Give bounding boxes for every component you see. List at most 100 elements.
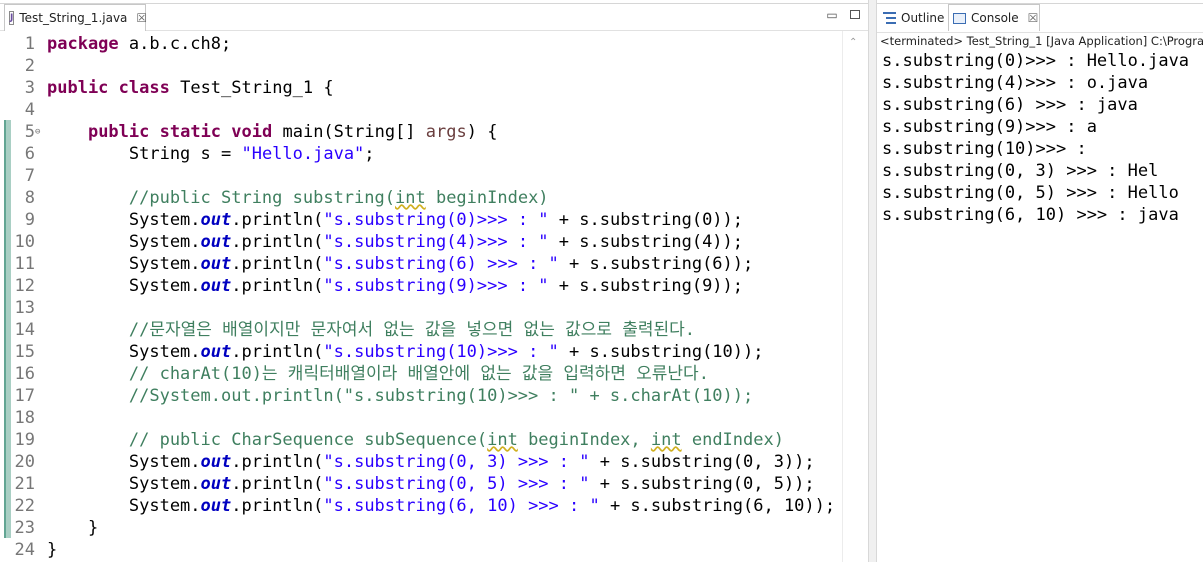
- console-status-text: <terminated> Test_String_1 [Java Applica…: [880, 34, 1203, 48]
- code-token: + s.substring(0, 3));: [589, 452, 815, 472]
- code-line[interactable]: 18: [0, 407, 842, 429]
- code-text: //System.out.println("s.substring(10)>>>…: [47, 385, 753, 407]
- code-line[interactable]: 23 }: [0, 517, 842, 539]
- code-token: .println(: [231, 496, 324, 516]
- console-output-line: s.substring(4)>>> : o.java: [882, 73, 1149, 93]
- code-token: void: [231, 122, 273, 142]
- code-token: System.: [47, 474, 201, 494]
- code-line[interactable]: 10 System.out.println("s.substring(4)>>>…: [0, 231, 842, 253]
- code-line[interactable]: 4: [0, 99, 842, 121]
- line-number: 12: [14, 276, 35, 296]
- code-line[interactable]: 9 System.out.println("s.substring(0)>>> …: [0, 209, 842, 231]
- code-token: .println(: [231, 254, 324, 274]
- code-token: "s.substring(0, 5) >>> : ": [323, 474, 590, 494]
- code-token: .println(: [231, 342, 324, 362]
- code-line[interactable]: 13: [0, 297, 842, 319]
- code-token: main(String[]: [272, 122, 426, 142]
- console-output-line: s.substring(6) >>> : java: [882, 95, 1138, 115]
- tab-console[interactable]: Console ☒: [948, 4, 1040, 31]
- code-token: endIndex): [681, 430, 784, 450]
- code-text-area[interactable]: 1 package a.b.c.ch8; 2 3 public class Test_S…: [0, 31, 842, 562]
- line-number: 1: [24, 34, 35, 54]
- code-token: out: [200, 276, 232, 296]
- line-number: 7: [24, 166, 35, 186]
- code-line[interactable]: 1 package a.b.c.ch8;: [0, 33, 842, 55]
- code-token: beginIndex): [425, 188, 549, 208]
- code-text: public class Test_String_1 {: [47, 77, 334, 99]
- code-line[interactable]: 24}: [0, 539, 842, 561]
- code-line[interactable]: 3 public class Test_String_1 {: [0, 77, 842, 99]
- code-token: "s.substring(4)>>> : ": [323, 232, 549, 252]
- code-line[interactable]: 6 String s = "Hello.java";: [0, 143, 842, 165]
- code-token: public: [87, 122, 150, 142]
- editor-tab-bar: J Test_String_1.java ☒ ▭: [0, 0, 868, 31]
- code-line[interactable]: 22 System.out.println("s.substring(6, 10…: [0, 495, 842, 517]
- code-line[interactable]: 14 //문자열은 배열이지만 문자여서 없는 값을 넣으면 없는 값으로 출력…: [0, 319, 842, 341]
- code-token: //public String substring(: [47, 188, 395, 208]
- code-line[interactable]: 17 //System.out.println("s.substring(10)…: [0, 385, 842, 407]
- code-token: + s.substring(0, 5));: [589, 474, 815, 494]
- code-token: Test_String_1 {: [169, 78, 334, 98]
- code-token: + s.substring(6));: [558, 254, 754, 274]
- pane-divider[interactable]: [868, 0, 877, 562]
- console-output-line: s.substring(0)>>> : Hello.java: [882, 51, 1190, 71]
- line-number: 6: [24, 144, 35, 164]
- code-token: int: [650, 430, 682, 450]
- code-editor-pane[interactable]: J Test_String_1.java ☒ ▭ 1 package a.b.c.…: [0, 0, 868, 562]
- maximize-icon[interactable]: [848, 8, 862, 22]
- close-console-tab-icon[interactable]: ☒: [1028, 11, 1039, 25]
- code-text: System.out.println("s.substring(0)>>> : …: [47, 209, 743, 231]
- code-token: "s.substring(9)>>> : ": [323, 276, 549, 296]
- code-token: package: [47, 34, 119, 54]
- code-text: String s = "Hello.java";: [47, 143, 375, 165]
- code-line[interactable]: 15 System.out.println("s.substring(10)>>…: [0, 341, 842, 363]
- editor-tab-test-string-1[interactable]: J Test_String_1.java ☒: [4, 4, 147, 31]
- line-number: 18: [14, 408, 35, 428]
- line-number: 17: [14, 386, 35, 406]
- fold-collapse-icon[interactable]: ⊖: [35, 121, 40, 143]
- line-number: 13: [14, 298, 35, 318]
- code-line[interactable]: 5 ⊖ public static void main(String[] args…: [0, 121, 842, 143]
- code-token: beginIndex,: [517, 430, 651, 450]
- code-token: // public CharSequence subSequence(: [47, 430, 488, 450]
- code-line[interactable]: 2: [0, 55, 842, 77]
- code-line[interactable]: 12 System.out.println("s.substring(9)>>>…: [0, 275, 842, 297]
- code-token: "s.substring(0, 3) >>> : ": [323, 452, 590, 472]
- code-line[interactable]: 7: [0, 165, 842, 187]
- code-token: .println(: [231, 210, 324, 230]
- code-token: + s.substring(0));: [548, 210, 744, 230]
- code-token: "Hello.java": [241, 144, 365, 164]
- code-line[interactable]: 16 // charAt(10)는 캐릭터배열이라 배열안에 없는 값을 입력하…: [0, 363, 842, 385]
- code-text: System.out.println("s.substring(10)>>> :…: [47, 341, 764, 363]
- line-number: 10: [14, 232, 35, 252]
- code-line[interactable]: 21 System.out.println("s.substring(0, 5)…: [0, 473, 842, 495]
- code-line[interactable]: 20 System.out.println("s.substring(0, 3)…: [0, 451, 842, 473]
- code-token: String s =: [47, 144, 242, 164]
- line-number: 22: [14, 496, 35, 516]
- code-line[interactable]: 11 System.out.println("s.substring(6) >>…: [0, 253, 842, 275]
- tab-outline[interactable]: Outline: [880, 4, 948, 31]
- scroll-up-icon[interactable]: ⌃: [849, 37, 857, 48]
- code-token: public: [47, 78, 109, 98]
- code-token: int: [487, 430, 518, 450]
- close-tab-icon[interactable]: ☒: [136, 11, 147, 25]
- code-line[interactable]: 8 //public String substring(int beginInd…: [0, 187, 842, 209]
- console-icon: [953, 12, 966, 24]
- code-token: "s.substring(0)>>> : ": [323, 210, 549, 230]
- tab-console-label: Console: [971, 11, 1019, 25]
- minimize-icon[interactable]: ▭: [825, 8, 839, 22]
- code-line[interactable]: 19 // public CharSequence subSequence(in…: [0, 429, 842, 451]
- line-number: 4: [24, 100, 35, 120]
- code-token: .println(: [231, 232, 324, 252]
- code-token: static: [159, 122, 222, 142]
- line-number: 3: [24, 78, 35, 98]
- console-output[interactable]: s.substring(0)>>> : Hello.java s.substrin…: [882, 50, 1203, 226]
- editor-vertical-scrollbar[interactable]: ⌃: [842, 31, 868, 562]
- console-pane[interactable]: Outline Console ☒ <terminated> Test_Stri…: [877, 0, 1203, 562]
- code-token: out: [200, 452, 232, 472]
- line-number: 16: [14, 364, 35, 384]
- code-text: // public CharSequence subSequence(int b…: [47, 429, 784, 451]
- console-output-line: s.substring(9)>>> : a: [882, 117, 1097, 137]
- code-text: System.out.println("s.substring(0, 5) >>…: [47, 473, 815, 495]
